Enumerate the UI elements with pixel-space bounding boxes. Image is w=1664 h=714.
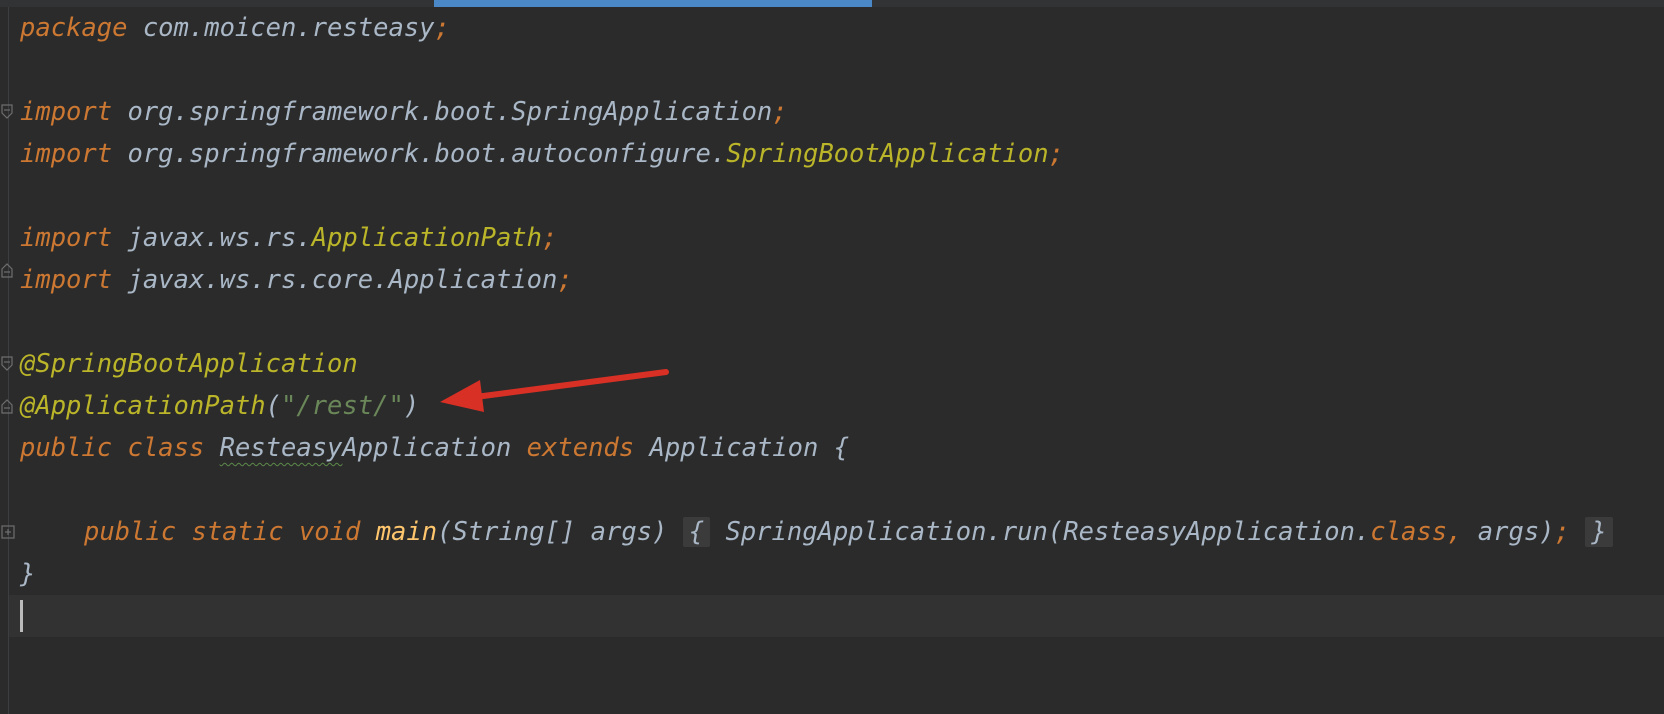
string-literal: "/rest/" <box>281 391 404 421</box>
package-name: com.moicen.resteasy <box>127 13 435 43</box>
comma: , <box>1447 517 1463 547</box>
class-name-typo: Resteasy <box>219 433 343 463</box>
superclass: Application { <box>634 433 850 463</box>
keyword: package <box>20 13 128 43</box>
annotation: @ApplicationPath <box>20 391 266 421</box>
method-body: SpringApplication.run(ResteasyApplicatio… <box>710 517 1371 547</box>
fold-start-icon[interactable] <box>1 356 13 372</box>
paren-open: ( <box>265 391 281 421</box>
method-params: (String[] args) <box>437 517 683 547</box>
text-caret <box>20 600 23 632</box>
keyword: import <box>20 139 113 169</box>
fold-expand-icon[interactable] <box>1 524 15 540</box>
method-name: main <box>375 517 438 547</box>
code-editor[interactable]: package com.moicen.resteasy; import org.… <box>0 0 1664 714</box>
folded-brace-open[interactable]: { <box>682 517 711 547</box>
semicolon: ; <box>542 223 558 253</box>
code-line-annotation[interactable]: @SpringBootApplication <box>20 343 358 385</box>
method-args: args) <box>1462 517 1555 547</box>
semicolon: ; <box>772 97 788 127</box>
import-path: javax.ws.rs.core.Application <box>112 265 558 295</box>
class-name: SpringBootApplication <box>726 139 1049 169</box>
import-path: org.springframework.boot.autoconfigure. <box>112 139 727 169</box>
closing-brace: } <box>20 559 36 589</box>
keyword: import <box>20 97 113 127</box>
keyword: public class <box>20 433 205 463</box>
code-line-annotation-path[interactable]: @ApplicationPath("/rest/") <box>20 385 419 427</box>
code-line-import[interactable]: import javax.ws.rs.ApplicationPath; <box>20 217 557 259</box>
import-path: javax.ws.rs. <box>112 223 312 253</box>
code-line-import[interactable]: import org.springframework.boot.autoconf… <box>20 133 1064 175</box>
fold-end-icon[interactable] <box>1 398 13 414</box>
fold-start-icon[interactable] <box>1 104 13 120</box>
semicolon: ; <box>557 265 573 295</box>
code-line-closing-brace[interactable]: } <box>20 553 35 595</box>
folded-brace-close[interactable]: } <box>1585 517 1613 547</box>
fold-end-icon[interactable] <box>1 262 13 278</box>
code-line-import[interactable]: import javax.ws.rs.core.Application; <box>20 259 573 301</box>
active-tab-indicator <box>434 0 872 7</box>
keyword: import <box>20 223 113 253</box>
code-line-class-declaration[interactable]: public class ResteasyApplication extends… <box>20 427 849 469</box>
semicolon: ; <box>434 13 450 43</box>
semicolon: ; <box>1048 139 1064 169</box>
current-line-highlight <box>9 595 1664 637</box>
code-line-main-method[interactable]: public static void main(String[] args) {… <box>84 511 1613 553</box>
keyword: import <box>20 265 113 295</box>
class-name: ApplicationPath <box>311 223 543 253</box>
import-path: org.springframework.boot.SpringApplicati… <box>112 97 773 127</box>
code-line-package[interactable]: package com.moicen.resteasy; <box>20 7 450 49</box>
paren-close: ) <box>403 391 420 421</box>
keyword: public static void <box>84 517 361 547</box>
keyword-class: class <box>1370 517 1448 547</box>
semicolon: ; <box>1554 517 1570 547</box>
keyword-extends: extends <box>511 433 635 463</box>
class-name-suffix: Application <box>342 433 512 463</box>
code-line-import[interactable]: import org.springframework.boot.SpringAp… <box>20 91 788 133</box>
annotation: @SpringBootApplication <box>20 349 358 379</box>
